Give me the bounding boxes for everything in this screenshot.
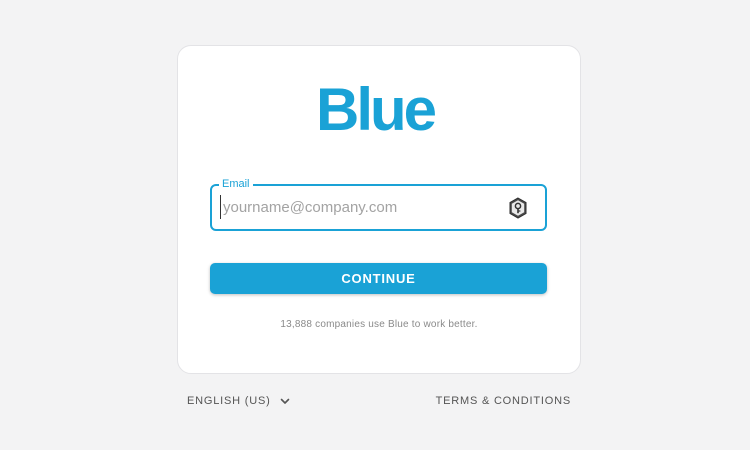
terms-link[interactable]: TERMS & CONDITIONS xyxy=(436,395,571,407)
language-label: ENGLISH (US) xyxy=(187,395,271,407)
chevron-down-icon xyxy=(280,398,289,404)
email-field-container[interactable]: Email xyxy=(210,178,547,231)
email-label: Email xyxy=(219,178,253,191)
key-icon[interactable] xyxy=(508,197,528,219)
email-input[interactable] xyxy=(220,195,493,219)
continue-button[interactable]: CONTINUE xyxy=(210,263,547,294)
logo: Blue xyxy=(315,76,437,143)
language-selector[interactable]: ENGLISH (US) xyxy=(187,395,290,407)
login-page: Blue Email CONTINUE 13,888 companies use… xyxy=(0,0,750,450)
tagline: 13,888 companies use Blue to work better… xyxy=(280,319,478,330)
